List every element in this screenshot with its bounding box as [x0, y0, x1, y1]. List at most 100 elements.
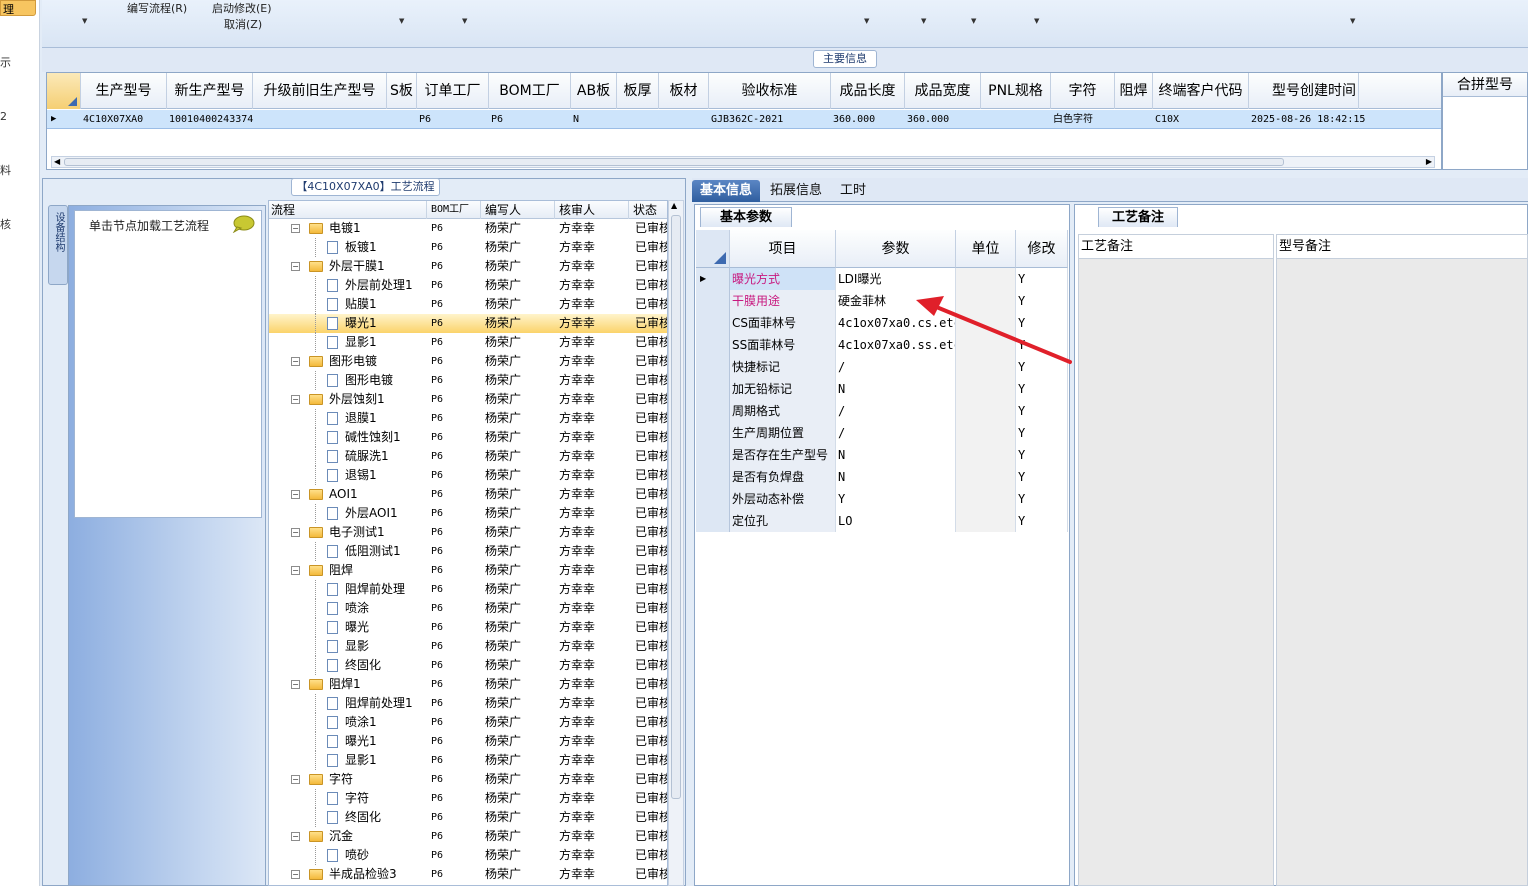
row-header[interactable]: ▶ [696, 268, 730, 290]
col-item[interactable]: 项目 [730, 230, 836, 268]
column-header[interactable]: 板材 [659, 73, 709, 109]
tree-row[interactable]: 喷涂1 P6 杨荣广 方幸幸 已审核 [269, 713, 667, 732]
tree-node-label[interactable]: 碱性蚀刻1 [345, 428, 427, 447]
row-header[interactable] [696, 356, 730, 378]
column-header[interactable]: BOM工厂 [489, 73, 571, 109]
tree-row[interactable]: 低阻测试1 P6 杨荣广 方幸幸 已审核 [269, 542, 667, 561]
col-writer[interactable]: 编写人 [483, 201, 555, 219]
tree-node-label[interactable]: 电子测试1 [329, 523, 427, 542]
param-cell-value[interactable]: / [836, 422, 956, 444]
tree-row[interactable]: 板镀1 P6 杨荣广 方幸幸 已审核 [269, 238, 667, 257]
col-reviewer[interactable]: 核审人 [557, 201, 629, 219]
tree-row[interactable]: − 电镀1 P6 杨荣广 方幸幸 已审核 [269, 219, 667, 238]
row-header[interactable] [696, 378, 730, 400]
param-row[interactable]: 加无铅标记 N Y [696, 378, 1068, 400]
cancel-button[interactable]: 取消(Z) [224, 16, 262, 32]
tree-node-label[interactable]: 外层AOI1 [345, 504, 427, 523]
left-nav-item[interactable]: 2 [0, 110, 7, 123]
tree-row[interactable]: − 图形电镀 P6 杨荣广 方幸幸 已审核 [269, 352, 667, 371]
tree-node-label[interactable]: 沉金 [329, 827, 427, 846]
tree-node-label[interactable]: 字符 [345, 789, 427, 808]
row-header[interactable] [696, 334, 730, 356]
scroll-thumb[interactable] [64, 158, 1284, 166]
param-row[interactable]: 是否有负焊盘 N Y [696, 466, 1068, 488]
tree-node-label[interactable]: 喷砂 [345, 846, 427, 865]
row-header[interactable] [696, 312, 730, 334]
column-header[interactable]: 成品长度 [831, 73, 905, 109]
collapse-icon[interactable]: − [291, 566, 300, 575]
process-note-box[interactable]: 工艺备注 [1078, 234, 1274, 886]
tree-row[interactable]: 退锡1 P6 杨荣广 方幸幸 已审核 [269, 466, 667, 485]
param-cell-value[interactable]: N [836, 378, 956, 400]
collapse-icon[interactable]: − [291, 262, 300, 271]
tree-row[interactable]: − 半成品检验3 P6 杨荣广 方幸幸 已审核 [269, 865, 667, 884]
param-row[interactable]: 定位孔 LO Y [696, 510, 1068, 532]
column-header[interactable]: 验收标准 [709, 73, 831, 109]
collapse-icon[interactable]: − [291, 832, 300, 841]
collapse-icon[interactable]: − [291, 395, 300, 404]
tree-node-label[interactable]: AOI1 [329, 485, 427, 504]
col-modify[interactable]: 修改 [1016, 230, 1068, 268]
scroll-right-icon[interactable]: ▶ [1426, 157, 1432, 167]
tree-row[interactable]: 曝光 P6 杨荣广 方幸幸 已审核 [269, 618, 667, 637]
row-header[interactable] [696, 422, 730, 444]
tree-node-label[interactable]: 退锡1 [345, 466, 427, 485]
tree-row[interactable]: 退膜1 P6 杨荣广 方幸幸 已审核 [269, 409, 667, 428]
tree-vertical-scrollbar[interactable]: ▲ [668, 200, 684, 886]
param-cell-value[interactable]: N [836, 466, 956, 488]
tree-row[interactable]: 外层AOI1 P6 杨荣广 方幸幸 已审核 [269, 504, 667, 523]
tree-row[interactable]: 显影1 P6 杨荣广 方幸幸 已审核 [269, 333, 667, 352]
col-flow[interactable]: 流程 [269, 201, 427, 219]
tab-basic-info[interactable]: 基本信息 [692, 180, 761, 202]
tree-node-label[interactable]: 贴膜1 [345, 295, 427, 314]
tree-row[interactable]: 终固化 P6 杨荣广 方幸幸 已审核 [269, 808, 667, 827]
tree-node-label[interactable]: 喷涂 [345, 599, 427, 618]
param-cell-value[interactable]: LO [836, 510, 956, 532]
tree-node-label[interactable]: 喷涂1 [345, 713, 427, 732]
row-header[interactable] [696, 290, 730, 312]
tree-node-label[interactable]: 曝光1 [345, 314, 427, 333]
tree-node-label[interactable]: 字符 [329, 770, 427, 789]
tree-row[interactable]: 显影1 P6 杨荣广 方幸幸 已审核 [269, 751, 667, 770]
tree-node-label[interactable]: 阻焊1 [329, 675, 427, 694]
horizontal-scrollbar[interactable]: ◀ ▶ [51, 156, 1435, 168]
param-cell-value[interactable]: Y [836, 488, 956, 510]
tree-row[interactable]: − 阻焊 P6 杨荣广 方幸幸 已审核 [269, 561, 667, 580]
tree-node-label[interactable]: 终固化 [345, 808, 427, 827]
tree-row[interactable]: 阻焊前处理1 P6 杨荣广 方幸幸 已审核 [269, 694, 667, 713]
col-bom[interactable]: BOM工厂 [429, 201, 481, 219]
collapse-icon[interactable]: − [291, 528, 300, 537]
side-tab-equipment[interactable]: 设备结构 [48, 205, 68, 285]
row-header[interactable] [696, 466, 730, 488]
collapse-icon[interactable]: − [291, 870, 300, 879]
tree-node-label[interactable]: 阻焊前处理1 [345, 694, 427, 713]
col-param[interactable]: 参数 [836, 230, 956, 268]
grid-corner[interactable] [47, 73, 81, 109]
col-status[interactable]: 状态 [631, 201, 667, 219]
grid-corner[interactable] [696, 230, 730, 268]
tree-node-label[interactable]: 退膜1 [345, 409, 427, 428]
column-header[interactable]: 生产型号 [81, 73, 167, 109]
column-header[interactable]: 升级前旧生产型号 [253, 73, 387, 109]
collapse-icon[interactable]: − [291, 357, 300, 366]
dropdown-arrow-icon[interactable]: ▼ [1034, 17, 1039, 25]
param-cell-value[interactable]: / [836, 400, 956, 422]
tree-node-label[interactable]: 显影1 [345, 751, 427, 770]
param-row[interactable]: 周期格式 / Y [696, 400, 1068, 422]
tree-node-label[interactable]: 图形电镀 [345, 371, 427, 390]
row-header[interactable] [696, 488, 730, 510]
param-cell-value[interactable]: LDI曝光 [836, 268, 956, 290]
tree-row[interactable]: 硫脲洗1 P6 杨荣广 方幸幸 已审核 [269, 447, 667, 466]
scroll-thumb[interactable] [671, 215, 681, 799]
column-header[interactable]: 新生产型号 [167, 73, 253, 109]
left-nav-item[interactable]: 核 [0, 216, 11, 232]
column-header[interactable]: 字符 [1051, 73, 1115, 109]
tree-row[interactable]: 喷砂 P6 杨荣广 方幸幸 已审核 [269, 846, 667, 865]
left-nav-item[interactable]: 示 [0, 54, 11, 70]
scroll-left-icon[interactable]: ◀ [54, 157, 60, 167]
row-header[interactable] [696, 400, 730, 422]
tree-node-label[interactable]: 曝光1 [345, 732, 427, 751]
tree-node-label[interactable]: 电镀1 [329, 219, 427, 238]
collapse-icon[interactable]: − [291, 775, 300, 784]
left-nav-item[interactable]: 料 [0, 162, 11, 178]
